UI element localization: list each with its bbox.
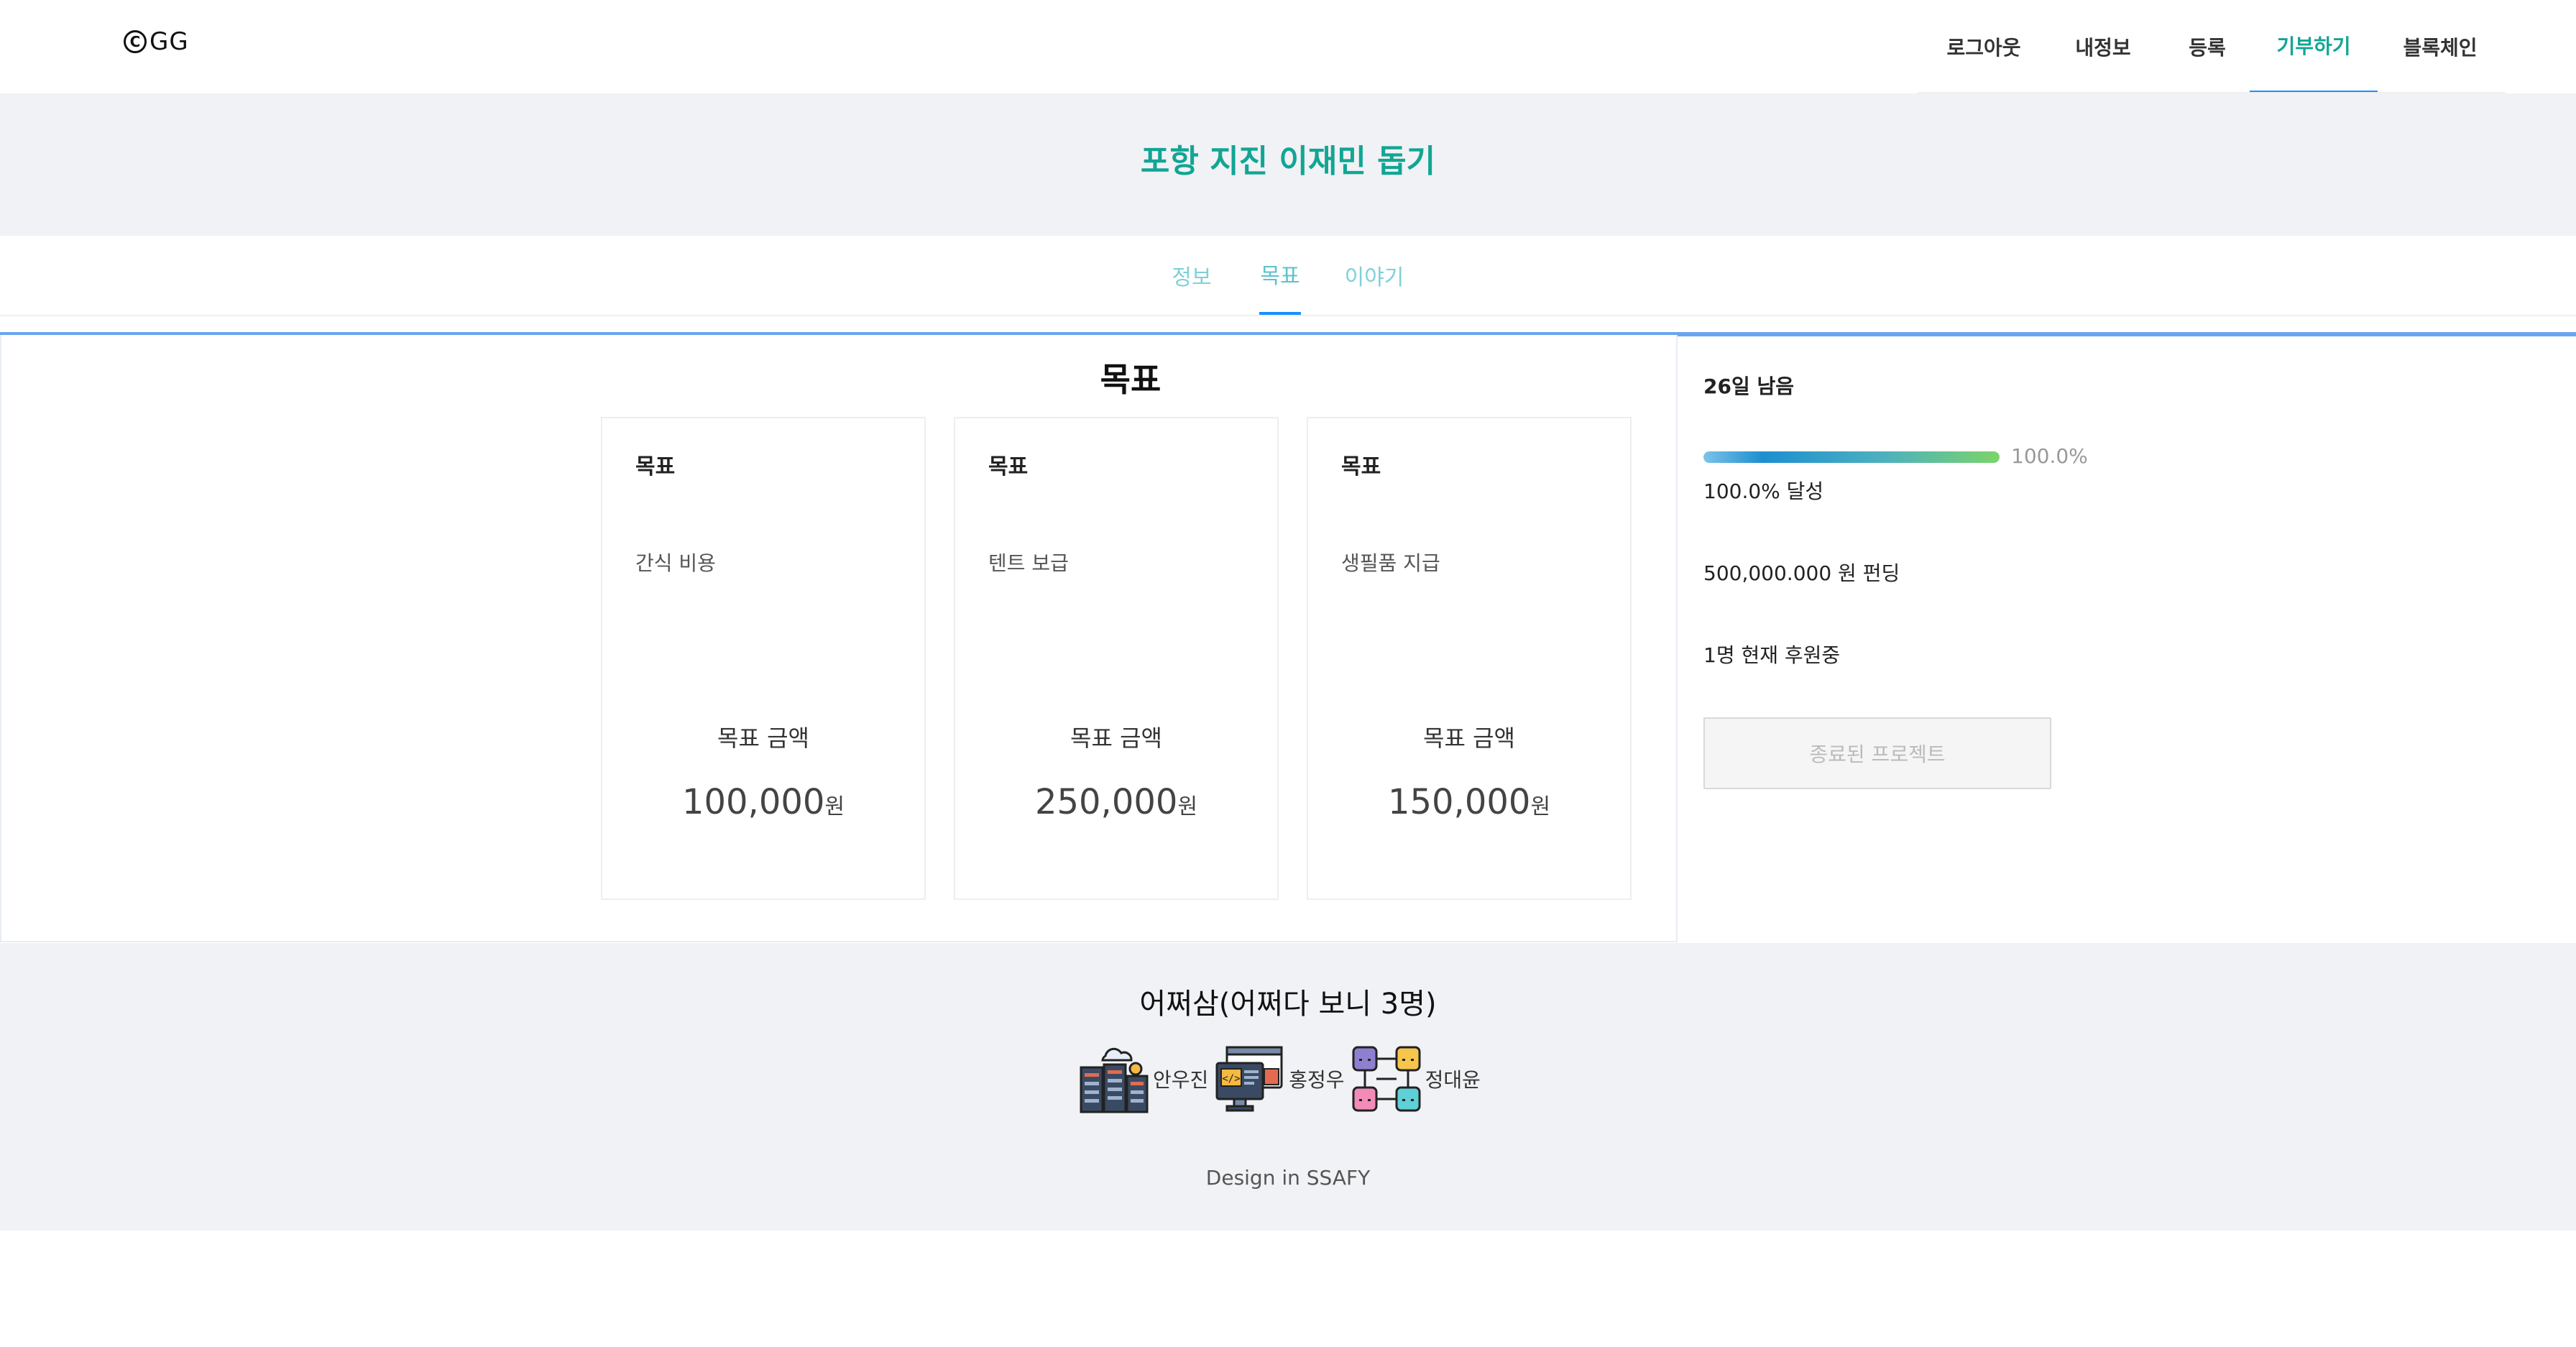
tab-info[interactable]: 정보 [1163, 236, 1220, 315]
network-blocks-icon [1352, 1046, 1421, 1112]
goals-section-title: 목표 [1100, 360, 1162, 399]
footer: 어쩌삼(어쩌다 보니 3명) 안우진 </> 홍정우 정대윤 Design in… [0, 943, 2576, 1231]
goal-card-description: 생필품 지급 [1341, 551, 1440, 575]
goal-amount-label: 목표 금액 [717, 725, 809, 752]
project-banner: 포항 지진 이재민 돕기 [0, 93, 2576, 236]
goal-card-heading: 목표 [988, 454, 1029, 479]
achievement-rate: 100.0% 달성 [1703, 479, 1824, 503]
team-members: 안우진 </> 홍정우 정대윤 [1078, 1039, 1486, 1118]
nav-logout[interactable]: 로그아웃 [1932, 0, 2036, 93]
nav-my-info[interactable]: 내정보 [2053, 0, 2153, 93]
goal-amount-label: 목표 금액 [1423, 725, 1515, 752]
member-name: 정대윤 [1425, 1068, 1481, 1092]
funding-progress-fill [1703, 451, 2000, 463]
goal-amount-unit: 원 [1177, 794, 1198, 819]
tab-goals[interactable]: 목표 [1259, 236, 1301, 315]
goal-card-heading: 목표 [1341, 454, 1381, 479]
project-title: 포항 지진 이재민 돕기 [1140, 143, 1436, 180]
funding-progress-bar [1703, 451, 2000, 463]
ended-project-button[interactable]: 종료된 프로젝트 [1703, 717, 2051, 789]
copyright-logo-icon: C [124, 30, 147, 53]
member-name: 홍정우 [1289, 1068, 1345, 1092]
nav-register[interactable]: 등록 [2171, 0, 2244, 93]
goal-card-description: 텐트 보급 [988, 551, 1069, 575]
logo-text: GG [150, 27, 189, 56]
project-tabs: 정보 목표 이야기 [0, 236, 2576, 316]
tab-story[interactable]: 이야기 [1338, 236, 1410, 315]
goal-card-heading: 목표 [635, 454, 676, 479]
goal-amount-unit: 원 [1530, 794, 1551, 819]
goal-card: 목표 생필품 지급 목표 금액 150,000원 [1307, 417, 1632, 900]
funding-progress-percent: 100.0% [2011, 444, 2088, 468]
footer-credit: Design in SSAFY [1205, 1166, 1371, 1190]
nav-blockchain[interactable]: 블록체인 [2393, 0, 2487, 93]
goal-amount: 250,000원 [955, 782, 1277, 822]
team-member: </> 홍정우 [1214, 1043, 1345, 1115]
goal-amount: 150,000원 [1308, 782, 1630, 822]
svg-text:</>: </> [1223, 1073, 1241, 1085]
goal-amount-unit: 원 [824, 794, 845, 819]
goal-card: 목표 텐트 보급 목표 금액 250,000원 [954, 417, 1279, 900]
team-title: 어쩌삼(어쩌다 보니 3명) [1139, 988, 1437, 1021]
site-logo[interactable]: C GG [124, 27, 189, 56]
funded-amount: 500,000.000 원 펀딩 [1703, 561, 1900, 585]
goal-card: 목표 간식 비용 목표 금액 100,000원 [601, 417, 926, 900]
code-monitor-icon: </> [1215, 1046, 1283, 1112]
backer-count: 1명 현재 후원중 [1703, 643, 1841, 667]
goal-amount-label: 목표 금액 [1070, 725, 1162, 752]
goal-amount-value: 250,000 [1034, 782, 1178, 822]
nav-donate[interactable]: 기부하기 [2250, 0, 2378, 93]
goal-amount: 100,000원 [602, 782, 924, 822]
days-remaining: 26일 남음 [1703, 374, 1794, 398]
server-cloud-icon [1080, 1047, 1149, 1113]
goal-amount-value: 100,000 [681, 782, 825, 822]
team-member: 안우진 [1078, 1043, 1208, 1115]
goal-amount-value: 150,000 [1387, 782, 1531, 822]
member-name: 안우진 [1153, 1068, 1209, 1092]
team-member: 정대윤 [1351, 1043, 1481, 1115]
top-navigation-bar: C GG 로그아웃 내정보 등록 기부하기 블록체인 [0, 0, 2576, 93]
goal-card-description: 간식 비용 [635, 551, 716, 575]
